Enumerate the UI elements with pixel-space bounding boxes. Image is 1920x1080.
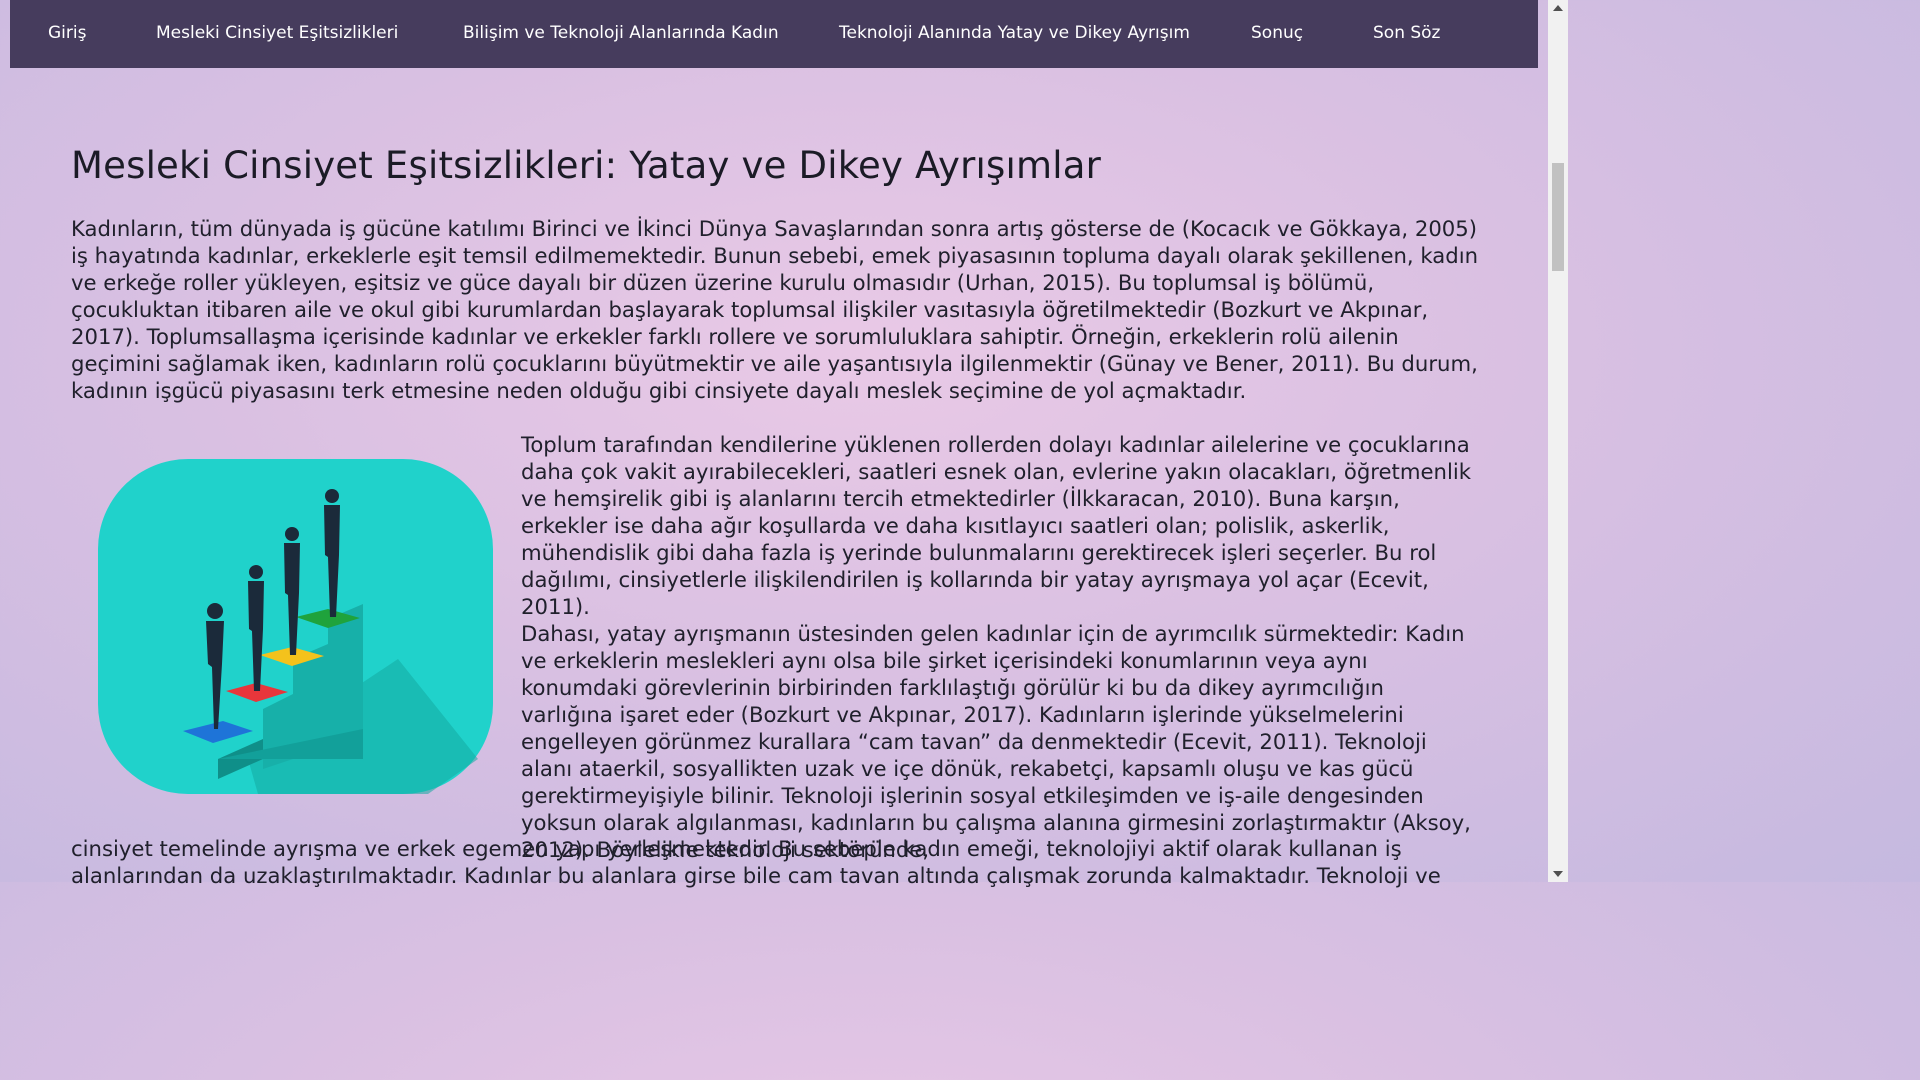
article-paragraph-4: cinsiyet temelinde ayrışma ve erkek egem… — [71, 836, 1441, 888]
vertical-scrollbar[interactable] — [1548, 0, 1568, 882]
article-paragraph-1: Kadınların, tüm dünyada iş gücüne katılı… — [71, 216, 1479, 403]
career-stairs-illustration — [98, 459, 493, 794]
scroll-up-arrow-icon[interactable] — [1553, 5, 1563, 11]
nav-link-bilisim-teknoloji[interactable]: Bilişim ve Teknoloji Alanlarında Kadın — [463, 23, 779, 43]
scrollbar-thumb[interactable] — [1552, 163, 1564, 271]
nav-link-sonuc[interactable]: Sonuç — [1251, 23, 1303, 43]
page-title: Mesleki Cinsiyet Eşitsizlikleri: Yatay v… — [71, 144, 1101, 187]
article-paragraph-2: Toplum tarafından kendilerine yüklenen r… — [521, 432, 1472, 619]
top-navigation-bar: Giriş Mesleki Cinsiyet Eşitsizlikleri Bi… — [10, 0, 1538, 68]
article-paragraph-3: Dahası, yatay ayrışmanın üstesinden gele… — [521, 621, 1471, 862]
nav-link-son-soz[interactable]: Son Söz — [1373, 23, 1441, 43]
nav-link-mesleki-cinsiyet[interactable]: Mesleki Cinsiyet Eşitsizlikleri — [156, 23, 398, 43]
scroll-down-arrow-icon[interactable] — [1553, 871, 1563, 877]
nav-link-giris[interactable]: Giriş — [48, 23, 86, 43]
nav-link-yatay-dikey[interactable]: Teknoloji Alanında Yatay ve Dikey Ayrışı… — [839, 23, 1190, 43]
